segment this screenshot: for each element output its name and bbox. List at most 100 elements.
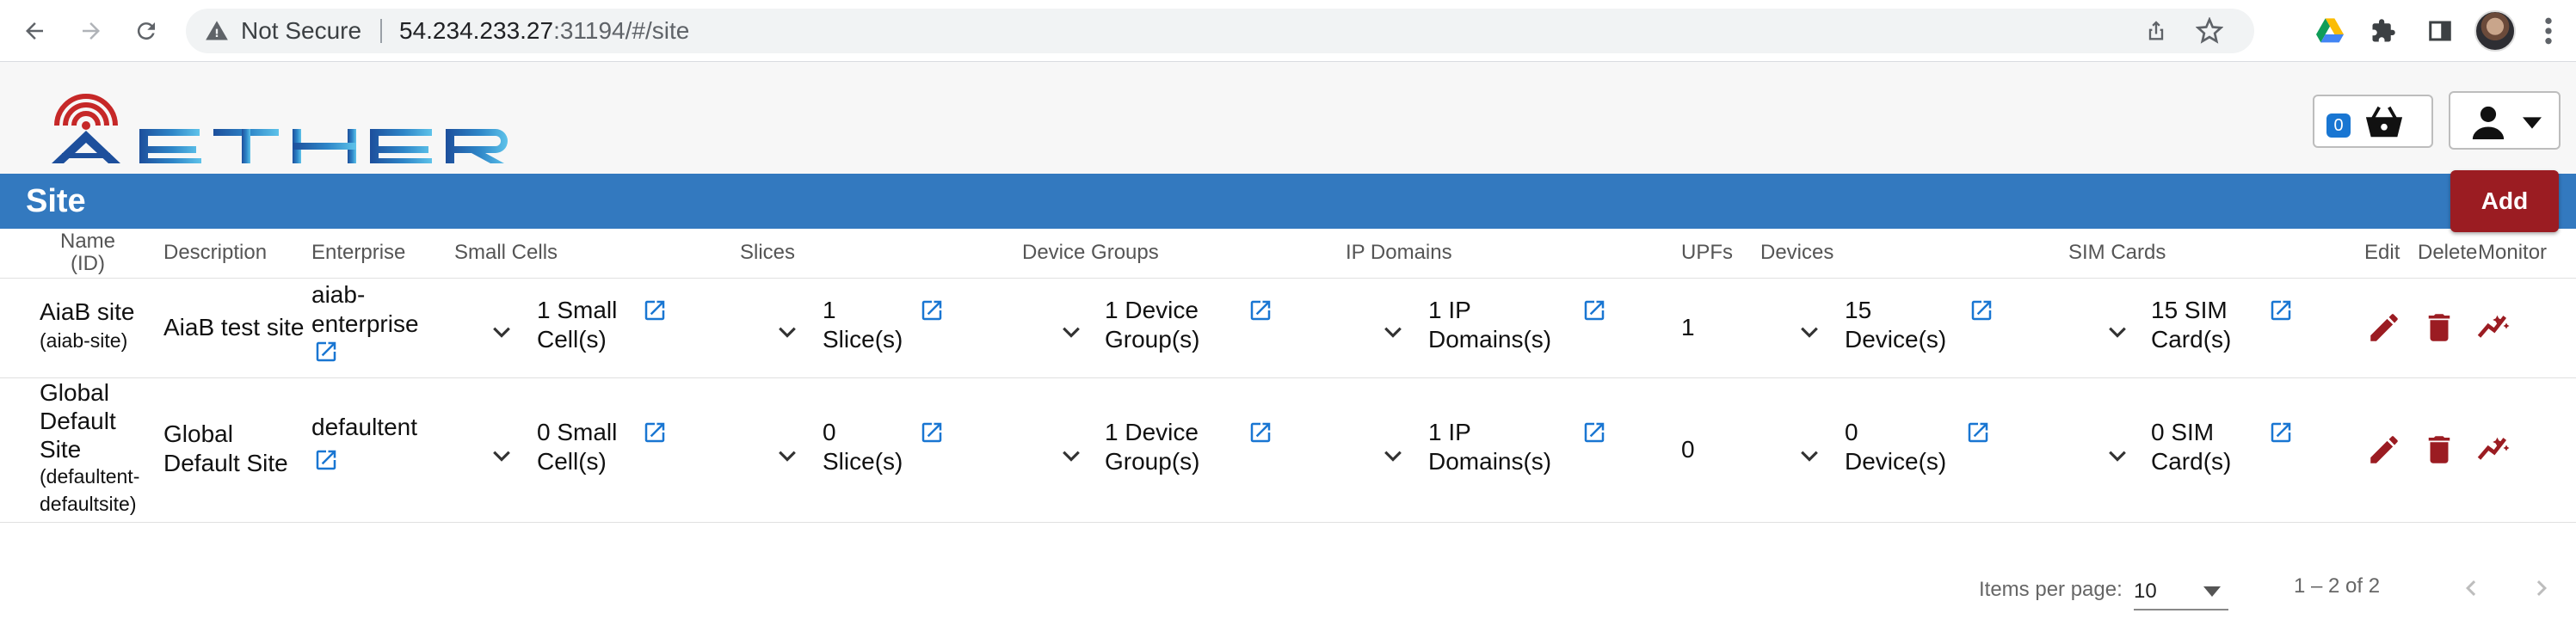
slices-count: 1 Slice(s) (823, 297, 903, 353)
profile-avatar[interactable] (2474, 10, 2516, 52)
devices-expand-chevron-icon[interactable] (1800, 327, 1819, 339)
address-bar[interactable]: Not Secure 54.234.233.27:31194/#/site (186, 9, 2254, 53)
aether-logo[interactable] (45, 74, 516, 169)
ip-domains-open-link-icon[interactable] (1581, 420, 1607, 445)
drive-extension-icon[interactable] (2313, 14, 2347, 48)
previous-page-icon[interactable] (2456, 571, 2487, 605)
chevron-down-icon (2523, 117, 2542, 129)
user-menu-button[interactable] (2449, 91, 2561, 150)
site-description: Global Default Site (163, 420, 288, 476)
slices-expand-chevron-icon[interactable] (778, 327, 797, 339)
column-header-enterprise[interactable]: Enterprise (311, 241, 405, 265)
sim-cards-open-link-icon[interactable] (2268, 298, 2294, 323)
small-cells-open-link-icon[interactable] (642, 298, 668, 323)
devices-count: 0 Device(s) (1845, 419, 1947, 475)
edit-pencil-icon[interactable] (2366, 432, 2402, 468)
share-icon[interactable] (2144, 19, 2168, 43)
sim-cards-open-link-icon[interactable] (2268, 420, 2294, 445)
add-button[interactable]: Add (2450, 170, 2559, 232)
column-header-devices[interactable]: Devices (1760, 241, 1833, 265)
reload-icon (137, 22, 155, 40)
site-id: (aiab-site) (40, 329, 128, 352)
cart-button[interactable]: 0 (2313, 95, 2433, 148)
extensions-puzzle-icon[interactable] (2366, 14, 2400, 48)
back-arrow-icon (26, 22, 43, 40)
ip-domains-count: 1 IP Domains(s) (1428, 419, 1552, 475)
slices-expand-chevron-icon[interactable] (778, 451, 797, 463)
omnibox-divider (380, 19, 382, 43)
small-cells-expand-chevron-icon[interactable] (492, 327, 511, 339)
enterprise-open-link-icon[interactable] (313, 339, 339, 365)
upfs-count: 0 (1681, 436, 1695, 463)
bookmark-star-icon[interactable] (2196, 17, 2223, 45)
column-header-device-groups[interactable]: Device Groups (1022, 241, 1159, 265)
cart-count-badge: 0 (2326, 113, 2351, 138)
column-header-upfs[interactable]: UPFs (1681, 241, 1733, 265)
url-text[interactable]: 54.234.233.27:31194/#/site (399, 17, 689, 45)
slices-count: 0 Slice(s) (823, 419, 903, 475)
next-page-icon[interactable] (2526, 571, 2557, 605)
edit-pencil-icon[interactable] (2366, 310, 2402, 346)
slices-open-link-icon[interactable] (919, 298, 945, 323)
ip-domains-expand-chevron-icon[interactable] (1384, 327, 1402, 339)
enterprise-open-link-icon[interactable] (313, 447, 339, 473)
device-groups-open-link-icon[interactable] (1248, 420, 1273, 445)
sim-cards-expand-chevron-icon[interactable] (2108, 327, 2127, 339)
devices-count: 15 Device(s) (1845, 297, 1947, 353)
table-row: AiaB site (aiab-site) AiaB test site aia… (0, 279, 2576, 378)
page-size-select[interactable]: 10 (2134, 571, 2228, 610)
page-title: Site (26, 183, 86, 219)
security-label[interactable]: Not Secure (241, 17, 361, 45)
sim-cards-count: 0 SIM Card(s) (2151, 419, 2232, 475)
ip-domains-count: 1 IP Domains(s) (1428, 297, 1552, 353)
forward-button[interactable] (72, 12, 110, 50)
back-button[interactable] (15, 12, 53, 50)
page-size-value: 10 (2134, 580, 2157, 603)
site-enterprise: aiab- enterprise (311, 281, 419, 337)
devices-open-link-icon[interactable] (1965, 420, 1991, 445)
sim-cards-count: 15 SIM Card(s) (2151, 297, 2232, 353)
delete-trash-icon[interactable] (2421, 432, 2457, 468)
device-groups-open-link-icon[interactable] (1248, 298, 1273, 323)
column-header-slices[interactable]: Slices (740, 241, 795, 265)
app-header: 0 (0, 62, 2576, 174)
small-cells-count: 1 Small Cell(s) (537, 297, 618, 353)
monitor-chart-icon[interactable] (2476, 430, 2512, 466)
column-header-delete: Delete (2418, 241, 2478, 264)
column-header-description[interactable]: Description (163, 241, 267, 265)
column-header-name[interactable]: Name (ID) (53, 230, 122, 275)
delete-trash-icon[interactable] (2421, 310, 2457, 346)
device-groups-count: 1 Device Group(s) (1105, 297, 1200, 353)
upfs-count: 1 (1681, 314, 1695, 340)
small-cells-open-link-icon[interactable] (642, 420, 668, 445)
forward-arrow-icon (83, 22, 100, 40)
page-range-label: 1 – 2 of 2 (2294, 574, 2381, 598)
ip-domains-open-link-icon[interactable] (1581, 298, 1607, 323)
site-name: AiaB site (40, 298, 135, 325)
page-title-bar: Site (0, 174, 2576, 229)
browser-menu-icon[interactable] (2535, 14, 2562, 48)
browser-toolbar: Not Secure 54.234.233.27:31194/#/site (0, 0, 2576, 62)
device-groups-expand-chevron-icon[interactable] (1062, 451, 1081, 463)
device-groups-count: 1 Device Group(s) (1105, 419, 1200, 475)
column-header-ip-domains[interactable]: IP Domains (1346, 241, 1452, 265)
user-icon (2472, 106, 2505, 139)
small-cells-expand-chevron-icon[interactable] (492, 451, 511, 463)
column-header-monitor: Monitor (2478, 241, 2548, 264)
column-header-small-cells[interactable]: Small Cells (454, 241, 558, 265)
sim-cards-expand-chevron-icon[interactable] (2108, 451, 2127, 463)
items-per-page-label: Items per page: (1979, 578, 2123, 601)
reload-button[interactable] (127, 12, 165, 50)
column-header-sim-cards[interactable]: SIM Cards (2068, 241, 2166, 265)
device-groups-expand-chevron-icon[interactable] (1062, 327, 1081, 339)
devices-expand-chevron-icon[interactable] (1800, 451, 1819, 463)
table-row: Global Default Site (defaultent- default… (0, 378, 2576, 523)
ip-domains-expand-chevron-icon[interactable] (1384, 451, 1402, 463)
site-description: AiaB test site (163, 314, 305, 340)
slices-open-link-icon[interactable] (919, 420, 945, 445)
side-panel-icon[interactable] (2423, 14, 2457, 48)
column-header-edit: Edit (2364, 241, 2400, 264)
monitor-chart-icon[interactable] (2476, 308, 2512, 344)
table-header: Name (ID) Description Enterprise Small C… (0, 229, 2576, 279)
devices-open-link-icon[interactable] (1969, 298, 1994, 323)
